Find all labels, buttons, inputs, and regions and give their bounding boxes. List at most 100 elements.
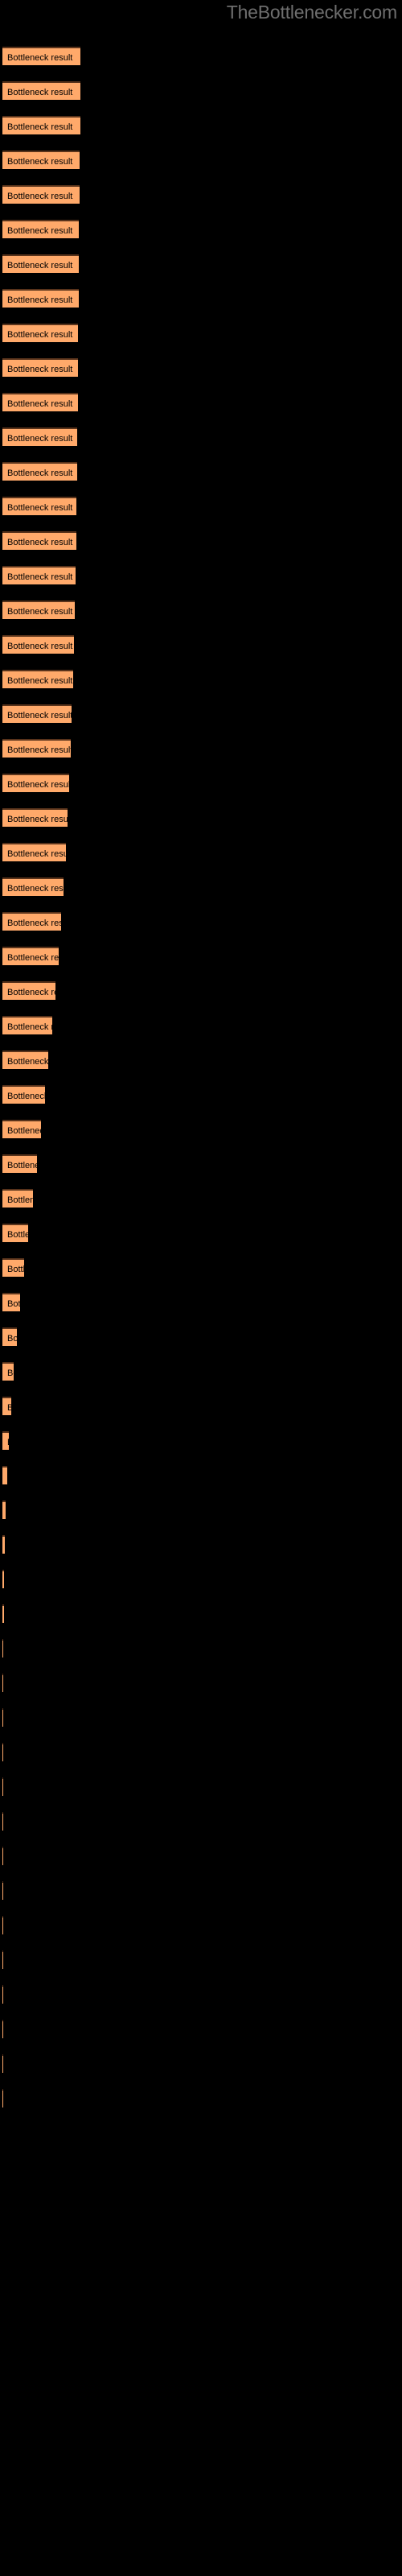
bar-label: Bottleneck result bbox=[7, 815, 68, 824]
bar-label: Bottleneck result bbox=[7, 676, 73, 686]
bar[interactable]: Bottleneck result bbox=[2, 1535, 5, 1554]
bar-label: Bottleneck result bbox=[7, 1161, 37, 1170]
bar-label: Bottleneck result bbox=[7, 1433, 9, 1450]
bar-series-layer: Bottleneck result Bottleneck result Bottle… bbox=[0, 0, 402, 2576]
bar[interactable]: Bottleneck result bbox=[2, 774, 69, 792]
bar[interactable]: Bottleneck result bbox=[2, 1293, 20, 1311]
bar[interactable]: Bottleneck result bbox=[2, 1051, 48, 1069]
bar-label: Bottleneck result bbox=[7, 157, 73, 167]
bar-label: Bottleneck result bbox=[7, 607, 73, 617]
bar[interactable]: Bottleneck result bbox=[2, 1466, 7, 1484]
bar-label: Bottleneck result bbox=[7, 330, 73, 340]
bar[interactable]: Bottleneck result bbox=[2, 601, 75, 619]
bar-label: Bottleneck result bbox=[7, 642, 73, 651]
bar[interactable]: Bottleneck result bbox=[2, 393, 78, 411]
bar-label: Bottleneck result bbox=[7, 1195, 33, 1205]
bar-label: Bottleneck result bbox=[7, 1057, 48, 1067]
bar[interactable]: Bottleneck result bbox=[2, 808, 68, 827]
bar[interactable]: Bottleneck result bbox=[2, 1951, 3, 1969]
bar[interactable]: Bottleneck result bbox=[2, 531, 76, 550]
bar[interactable]: Bottleneck result bbox=[2, 947, 59, 965]
bar[interactable]: Bottleneck result bbox=[2, 358, 78, 377]
bar[interactable]: Bottleneck result bbox=[2, 1154, 37, 1173]
bar[interactable]: Bottleneck result bbox=[2, 739, 71, 758]
bar[interactable]: Bottleneck result bbox=[2, 1258, 24, 1277]
bar[interactable]: Bottleneck result bbox=[2, 220, 79, 238]
bar[interactable]: Bottleneck result bbox=[2, 1985, 3, 2004]
bar[interactable]: Bottleneck result bbox=[2, 427, 77, 446]
bar[interactable]: Bottleneck result bbox=[2, 1085, 45, 1104]
bar[interactable]: Bottleneck result bbox=[2, 1224, 28, 1242]
bar[interactable]: Bottleneck result bbox=[2, 704, 72, 723]
bar-label: Bottleneck result bbox=[7, 88, 73, 97]
bar[interactable]: Bottleneck result bbox=[2, 1916, 3, 1934]
bar-label: Bottleneck result bbox=[7, 1299, 20, 1309]
bar[interactable]: Bottleneck result bbox=[2, 1501, 6, 1519]
bar[interactable]: Bottleneck result bbox=[2, 254, 79, 273]
bar[interactable]: Bottleneck result bbox=[2, 1362, 14, 1381]
bar[interactable]: Bottleneck result bbox=[2, 1777, 3, 1796]
bar[interactable]: Bottleneck result bbox=[2, 289, 79, 308]
bar-label: Bottleneck result bbox=[7, 1092, 45, 1101]
bar[interactable]: Bottleneck result bbox=[2, 981, 55, 1000]
bar[interactable]: Bottleneck result bbox=[2, 2054, 3, 2073]
bar-label: Bottleneck result bbox=[7, 919, 61, 928]
bar[interactable]: Bottleneck result bbox=[2, 635, 74, 654]
bar-label: Bottleneck result bbox=[7, 780, 69, 790]
bar[interactable]: Bottleneck result bbox=[2, 185, 80, 204]
bar-label: Bottleneck result bbox=[7, 434, 73, 444]
bar[interactable]: Bottleneck result bbox=[2, 670, 73, 688]
bar[interactable]: Bottleneck result bbox=[2, 2020, 3, 2038]
bar-label: Bottleneck result bbox=[7, 399, 73, 409]
bar[interactable]: Bottleneck result bbox=[2, 497, 76, 515]
bar-label: Bottleneck result bbox=[7, 953, 59, 963]
bar-label: Bottleneck result bbox=[7, 884, 64, 894]
bar[interactable]: Bottleneck result bbox=[2, 116, 80, 134]
bar-label: Bottleneck result bbox=[7, 1398, 11, 1415]
bar-label: Bottleneck result bbox=[7, 469, 73, 478]
bar[interactable]: Bottleneck result bbox=[2, 1881, 3, 1900]
bar-label: Bottleneck result bbox=[7, 988, 55, 997]
bar[interactable]: Bottleneck result bbox=[2, 1812, 3, 1831]
bar[interactable]: Bottleneck result bbox=[2, 912, 61, 931]
bar-label: Bottleneck result bbox=[7, 572, 73, 582]
bar[interactable]: Bottleneck result bbox=[2, 1189, 33, 1208]
bar-label: Bottleneck result bbox=[7, 711, 72, 720]
bar[interactable]: Bottleneck result bbox=[2, 1708, 3, 1727]
bar-label: Bottleneck result bbox=[7, 1334, 17, 1344]
bar-label: Bottleneck result bbox=[7, 1230, 28, 1240]
bar[interactable]: Bottleneck result bbox=[2, 1604, 4, 1623]
bar-label: Bottleneck result bbox=[7, 1265, 24, 1274]
bar[interactable]: Bottleneck result bbox=[2, 566, 76, 584]
bar-label: Bottleneck result bbox=[7, 226, 73, 236]
bar[interactable]: Bottleneck result bbox=[2, 2089, 3, 2107]
bar[interactable]: Bottleneck result bbox=[2, 151, 80, 169]
bar[interactable]: Bottleneck result bbox=[2, 1674, 3, 1692]
bar-label: Bottleneck result bbox=[7, 192, 73, 201]
bar[interactable]: Bottleneck result bbox=[2, 462, 77, 481]
bar[interactable]: Bottleneck result bbox=[2, 1639, 3, 1657]
bar-label: Bottleneck result bbox=[7, 503, 73, 513]
bar[interactable]: Bottleneck result bbox=[2, 1570, 4, 1588]
bar[interactable]: Bottleneck result bbox=[2, 81, 80, 100]
bar-label: Bottleneck result bbox=[7, 261, 73, 270]
bar-label: Bottleneck result bbox=[7, 122, 73, 132]
bar[interactable]: Bottleneck result bbox=[2, 1397, 11, 1415]
bar[interactable]: Bottleneck result bbox=[2, 1120, 41, 1138]
bar[interactable]: Bottleneck result bbox=[2, 1847, 3, 1865]
bar-label: Bottleneck result bbox=[7, 849, 66, 859]
bar[interactable]: Bottleneck result bbox=[2, 1016, 52, 1034]
bar[interactable]: Bottleneck result bbox=[2, 877, 64, 896]
bar-label: Bottleneck result bbox=[7, 745, 71, 755]
bar[interactable]: Bottleneck result bbox=[2, 1431, 9, 1450]
bar[interactable]: Bottleneck result bbox=[2, 1743, 3, 1761]
bottleneck-bar-chart: TheBottlenecker.com Bottleneck result Bot… bbox=[0, 0, 402, 2576]
bar[interactable]: Bottleneck result bbox=[2, 324, 78, 342]
bar-label: Bottleneck result bbox=[7, 53, 73, 63]
bar-label: Bottleneck result bbox=[7, 365, 73, 374]
bar[interactable]: Bottleneck result bbox=[2, 843, 66, 861]
bar[interactable]: Bottleneck result bbox=[2, 47, 80, 65]
bar-label: Bottleneck result bbox=[7, 538, 73, 547]
bar-label: Bottleneck result bbox=[7, 1368, 14, 1378]
bar[interactable]: Bottleneck result bbox=[2, 1327, 17, 1346]
